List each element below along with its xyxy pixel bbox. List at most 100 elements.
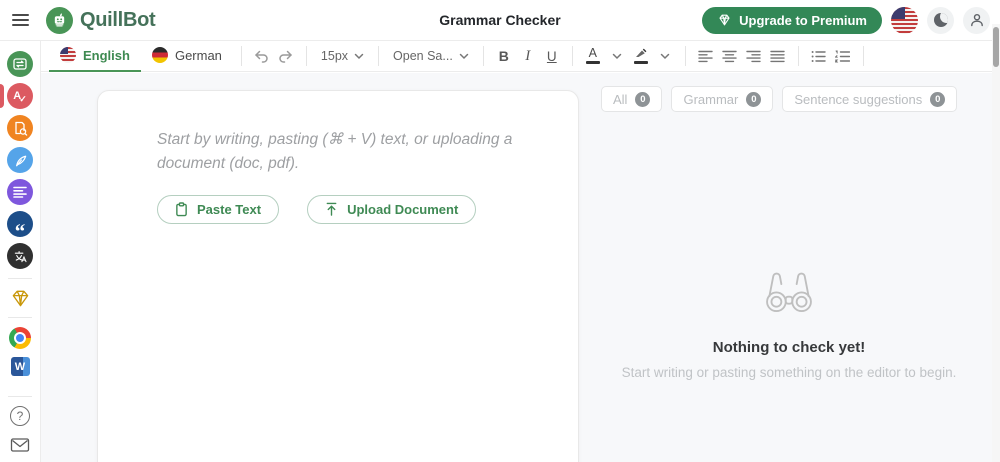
sidebar-divider	[8, 396, 32, 397]
upload-document-label: Upload Document	[347, 202, 459, 217]
premium-diamond-icon	[12, 290, 28, 307]
scrollbar-thumb[interactable]	[993, 27, 999, 67]
chevron-down-icon	[354, 53, 364, 59]
person-icon	[970, 13, 983, 27]
help-icon: ?	[16, 409, 24, 423]
font-size-select[interactable]: 15px	[315, 43, 370, 69]
us-flag-icon[interactable]	[891, 6, 918, 34]
scrollbar-track[interactable]	[992, 24, 1000, 462]
align-right-button[interactable]	[742, 43, 766, 69]
toolbar-divider	[482, 46, 484, 66]
tab-english-label: English	[83, 47, 130, 63]
hamburger-menu-icon[interactable]	[12, 9, 34, 31]
word-extension-icon[interactable]: W	[10, 357, 30, 376]
highlight-button[interactable]	[629, 43, 653, 69]
bullet-list-button[interactable]	[807, 43, 831, 69]
toolbar-divider	[571, 46, 573, 66]
sidebar-item-translator[interactable]	[7, 243, 33, 269]
us-flag-icon	[60, 47, 76, 63]
tab-all[interactable]: All 0	[601, 86, 663, 112]
sidebar-divider	[8, 317, 32, 318]
underline-button[interactable]: U	[540, 43, 564, 69]
tab-language-german[interactable]: German	[141, 41, 233, 72]
chevron-down-icon	[612, 53, 622, 59]
german-flag-icon	[151, 47, 168, 63]
chrome-extension-icon[interactable]	[9, 327, 31, 349]
plagiarism-checker-icon	[15, 121, 28, 136]
italic-button[interactable]: I	[516, 43, 540, 69]
align-center-button[interactable]	[718, 43, 742, 69]
paste-text-button[interactable]: Paste Text	[157, 195, 280, 224]
binoculars-icon	[766, 272, 812, 313]
font-family-select[interactable]: Open Sa...	[387, 43, 475, 69]
tab-all-label: All	[613, 91, 628, 107]
font-family-value: Open Sa...	[393, 49, 453, 63]
editor-surface[interactable]: Start by writing, pasting (⌘ + V) text, …	[97, 90, 579, 462]
active-tool-indicator	[0, 84, 4, 108]
undo-icon	[255, 50, 269, 63]
align-left-button[interactable]	[694, 43, 718, 69]
dark-mode-toggle[interactable]	[927, 6, 954, 34]
empty-state-subtitle: Start writing or pasting something on th…	[621, 365, 957, 380]
tab-language-english[interactable]: English	[49, 41, 141, 72]
tab-grammar[interactable]: Grammar 0	[671, 86, 774, 112]
editor-toolbar: English German 15px Open Sa... B I U A	[41, 41, 1000, 72]
align-left-icon	[698, 50, 713, 62]
account-button[interactable]	[963, 6, 990, 34]
suggestions-tabs: All 0 Grammar 0 Sentence suggestions 0	[601, 86, 958, 112]
quillbot-logo[interactable]: QuillBot	[46, 6, 156, 34]
align-right-icon	[746, 50, 761, 62]
sidebar-item-citation-generator[interactable]: “	[7, 211, 33, 241]
clipboard-icon	[176, 202, 187, 217]
sidebar-item-plagiarism-checker[interactable]	[7, 115, 33, 141]
bullet-list-icon	[811, 50, 826, 62]
help-button[interactable]: ?	[10, 406, 30, 426]
redo-icon	[279, 50, 293, 63]
toolbar-divider	[684, 46, 686, 66]
chevron-down-icon	[660, 53, 670, 59]
sidebar-item-summarizer[interactable]	[7, 179, 33, 205]
highlight-dropdown[interactable]	[653, 43, 677, 69]
bold-icon: B	[498, 48, 509, 64]
paste-text-label: Paste Text	[197, 202, 262, 217]
highlighter-icon	[633, 48, 648, 64]
bold-button[interactable]: B	[492, 43, 516, 69]
tab-grammar-label: Grammar	[683, 91, 739, 107]
toolbar-divider	[305, 46, 307, 66]
empty-state-title: Nothing to check yet!	[712, 339, 866, 356]
align-justify-button[interactable]	[766, 43, 790, 69]
text-color-icon: A	[585, 47, 600, 64]
paraphraser-icon	[13, 58, 27, 70]
undo-button[interactable]	[250, 43, 274, 69]
font-size-value: 15px	[320, 49, 349, 63]
text-color-dropdown[interactable]	[605, 43, 629, 69]
app-header: QuillBot Grammar Checker Upgrade to Prem…	[0, 0, 1000, 41]
sidebar-divider	[8, 278, 32, 279]
italic-icon: I	[525, 47, 531, 64]
tab-sentence-suggestions[interactable]: Sentence suggestions 0	[782, 86, 958, 112]
redo-button[interactable]	[274, 43, 298, 69]
align-justify-icon	[770, 50, 785, 62]
quill-icon	[15, 155, 26, 166]
tool-sidebar: A ✓ “ W ?	[0, 41, 41, 462]
text-color-button[interactable]: A	[581, 43, 605, 69]
sidebar-item-co-writer[interactable]	[7, 147, 33, 173]
quillbot-robot-icon	[46, 6, 73, 34]
quillbot-logo-text: QuillBot	[80, 8, 156, 31]
tab-german-label: German	[174, 47, 222, 63]
sidebar-item-grammar-checker[interactable]: A ✓	[7, 83, 33, 109]
toolbar-divider	[378, 46, 380, 66]
count-badge: 0	[930, 91, 946, 107]
contact-button[interactable]	[10, 437, 30, 453]
upgrade-premium-label: Upgrade to Premium	[739, 12, 867, 28]
tab-sentence-suggestions-label: Sentence suggestions	[794, 91, 923, 107]
sidebar-item-premium[interactable]	[9, 288, 32, 309]
numbered-list-icon	[835, 50, 851, 62]
summarizer-icon	[13, 186, 27, 198]
upgrade-premium-button[interactable]: Upgrade to Premium	[702, 6, 882, 34]
empty-state: Nothing to check yet! Start writing or p…	[585, 267, 993, 380]
upload-document-button[interactable]: Upload Document	[307, 195, 477, 224]
numbered-list-button[interactable]	[831, 43, 855, 69]
sidebar-item-paraphraser[interactable]	[7, 51, 33, 77]
align-center-icon	[722, 50, 737, 62]
